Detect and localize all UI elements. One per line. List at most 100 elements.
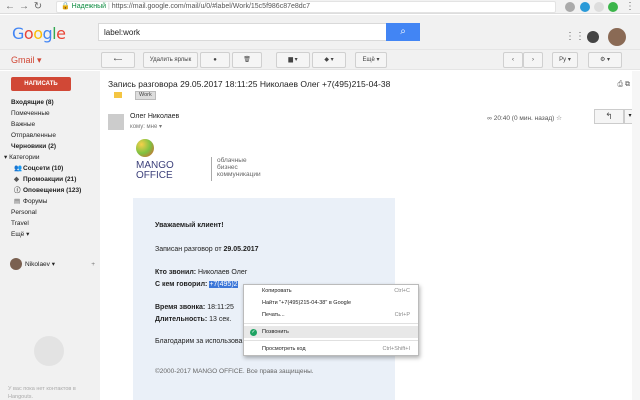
divider (244, 323, 418, 324)
hangouts-empty-text: У вас пока нет контактов в Hangouts. (8, 386, 76, 400)
footer-text: ©2000-2017 MANGO OFFICE. Все права защищ… (155, 368, 314, 375)
reply-icon: ↰ (605, 111, 613, 121)
sidebar-item-social[interactable]: 👥Соцсети (10) (0, 163, 100, 174)
selected-phone[interactable]: +7(495)2 (209, 281, 238, 288)
divider (211, 157, 212, 181)
older-button[interactable]: › (523, 52, 543, 68)
input-tools-button[interactable]: Ру ▾ (552, 52, 578, 68)
settings-button[interactable]: ⚙ ▾ (588, 52, 622, 68)
menu-item-copy[interactable]: Копировать Ctrl+C (244, 285, 418, 297)
sidebar-item-more[interactable]: Ещё ▾ (0, 229, 100, 240)
sidebar-item-sent[interactable]: Отправленные (0, 130, 100, 141)
message-time: ∞ 20:40 (0 мин. назад) ☆ (487, 115, 562, 122)
people-icon: 👥 (14, 165, 23, 172)
sidebar-item-promotions[interactable]: ◆ Промоакции (21) (0, 174, 100, 185)
compose-button[interactable]: НАПИСАТЬ (11, 77, 71, 91)
search-button[interactable]: ⌕ (386, 23, 420, 41)
menu-item-print[interactable]: Печать... Ctrl+P (244, 309, 418, 321)
tag-icon: ◆ (14, 176, 19, 183)
info-icon: ⓘ (14, 187, 21, 194)
gmail-menu[interactable]: Gmail ▾ (11, 55, 42, 66)
sender-name[interactable]: Олег Николаев (130, 113, 179, 120)
sidebar-item-forums[interactable]: ▤ Форумы (0, 196, 100, 207)
address-bar[interactable]: 🔒 Надежный | https://mail.google.com/mai… (56, 1, 556, 13)
reload-icon[interactable]: ↻ (32, 1, 44, 13)
check-icon: ✓ (250, 329, 257, 336)
google-logo[interactable]: Google (12, 24, 66, 43)
sidebar-item-categories[interactable]: ▾ Категории (0, 152, 100, 163)
sidebar-item-starred[interactable]: Помеченные (0, 108, 100, 119)
remove-label-button[interactable]: Удалить ярлык (143, 52, 198, 68)
brand-name: MANGO OFFICE (136, 160, 174, 181)
delete-button[interactable]: 🗑 (232, 52, 262, 68)
print-icon[interactable]: ⎙ (617, 81, 623, 88)
mail-toolbar: Gmail ▾ ⟵ Удалить ярлык ● 🗑 ▆ ▾ ◆ ▾ Ещё … (0, 50, 640, 70)
thanks-line: Благодарим за использова (155, 338, 243, 345)
lock-icon: 🔒 (61, 3, 70, 10)
brand-logo: MANGO OFFICE облачные бизнес коммуникации (136, 139, 356, 183)
menu-item-call[interactable]: ✓ Позвонить (244, 326, 418, 338)
sidebar-item-updates[interactable]: ⓘ Оповещения (123) (0, 185, 100, 196)
report-spam-button[interactable]: ● (200, 52, 230, 68)
extension-icon[interactable] (565, 2, 575, 12)
url-text: https://mail.google.com/mail/u/0/#label/… (111, 3, 311, 10)
mango-logo-icon (136, 139, 154, 157)
apps-icon[interactable]: ⋮⋮ (565, 31, 585, 43)
duration-line: Длительность: 13 сек. (155, 316, 232, 323)
add-contact-icon[interactable]: + (91, 257, 95, 273)
star-icon[interactable]: ☆ (556, 115, 562, 122)
context-menu: Копировать Ctrl+C Найти "+7(495)215-04-38… (243, 284, 419, 356)
sidebar-item-personal[interactable]: Personal (0, 207, 100, 218)
extension-icon[interactable] (608, 2, 618, 12)
caller-line: Кто звонил: Николаев Олег (155, 269, 248, 276)
label-icon (114, 92, 122, 98)
recipient-line[interactable]: кому: мне ▾ (130, 123, 162, 130)
extension-icon[interactable] (580, 2, 590, 12)
sidebar-item-drafts[interactable]: Черновики (2) (0, 141, 100, 152)
newer-button[interactable]: ‹ (503, 52, 523, 68)
back-icon[interactable]: ← (4, 1, 16, 13)
forward-icon[interactable]: → (18, 1, 30, 13)
recorded-line: Записан разговор от 29.05.2017 (155, 246, 259, 253)
menu-item-inspect[interactable]: Просмотреть код Ctrl+Shift+I (244, 343, 418, 355)
notifications-icon[interactable] (587, 31, 599, 43)
greeting: Уважаемый клиент! (155, 222, 224, 229)
menu-icon[interactable]: ⋮ (624, 1, 636, 13)
hangouts-icon (34, 336, 64, 366)
gear-icon: ⚙ ▾ (599, 57, 611, 63)
message-subject: Запись разговора 29.05.2017 18:11:25 Ник… (108, 79, 391, 89)
back-to-list-button[interactable]: ⟵ (101, 52, 135, 68)
folder-list: Входящие (8) Помеченные Важные Отправлен… (0, 97, 100, 240)
scrollbar[interactable] (632, 71, 640, 400)
callee-line: С кем говорил: +7(495)2 (155, 281, 238, 288)
search-icon: ⌕ (400, 26, 406, 37)
attachment-icon: ∞ (487, 115, 492, 122)
chevron-right-icon: › (532, 57, 534, 63)
alert-icon: ● (213, 57, 217, 63)
account-avatar[interactable] (608, 28, 626, 46)
trash-icon: 🗑 (243, 57, 251, 63)
hangouts-user[interactable]: Nikolaev ▾ + (10, 257, 95, 273)
reply-button[interactable]: ↰ (594, 109, 624, 124)
labels-button[interactable]: ◆ ▾ (312, 52, 346, 68)
extension-icon[interactable] (594, 2, 604, 12)
label-chip[interactable]: Work (135, 91, 156, 100)
search-input[interactable]: label:work (98, 23, 416, 41)
browser-toolbar: ← → ↻ 🔒 Надежный | https://mail.google.c… (0, 0, 640, 14)
sidebar: НАПИСАТЬ Входящие (8) Помеченные Важные … (0, 71, 100, 400)
new-window-icon[interactable]: ⧉ (625, 81, 630, 88)
sidebar-item-important[interactable]: Важные (0, 119, 100, 130)
forum-icon: ▤ (14, 198, 21, 205)
more-button[interactable]: Ещё ▾ (355, 52, 387, 68)
move-to-button[interactable]: ▆ ▾ (276, 52, 310, 68)
folder-icon: ▆ ▾ (288, 57, 298, 63)
sidebar-item-travel[interactable]: Travel (0, 218, 100, 229)
chevron-left-icon: ‹ (512, 57, 514, 63)
menu-item-search-google[interactable]: Найти "+7(495)215-04-38" в Google (244, 297, 418, 309)
brand-tagline: облачные бизнес коммуникации (217, 157, 261, 178)
sidebar-item-inbox[interactable]: Входящие (8) (0, 97, 100, 108)
avatar (108, 114, 124, 130)
divider (244, 340, 418, 341)
avatar (10, 258, 22, 271)
arrow-left-icon: ⟵ (113, 57, 123, 63)
